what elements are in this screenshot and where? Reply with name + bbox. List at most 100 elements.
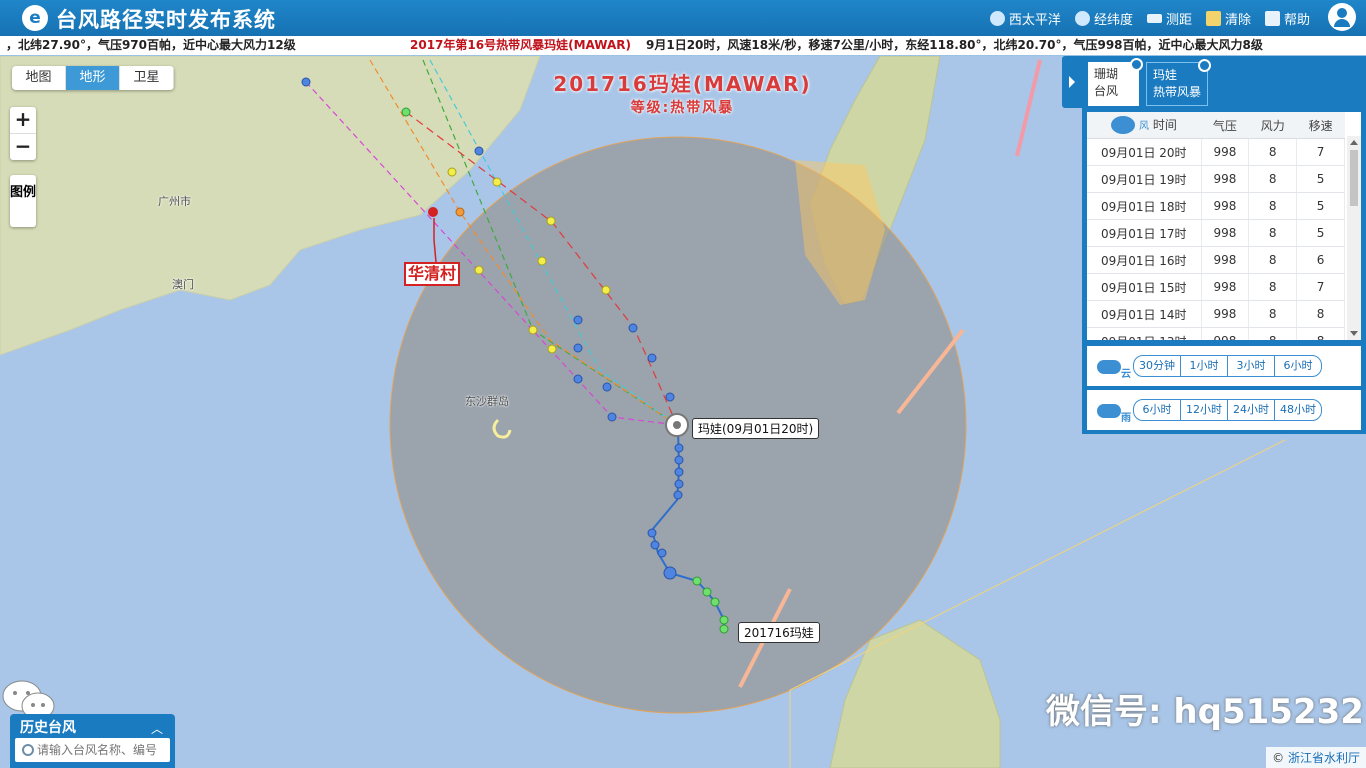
cloud-6h-button[interactable]: 6小时	[1275, 356, 1321, 376]
wind-label: 风	[1138, 120, 1149, 132]
rain-6h-button[interactable]: 6小时	[1134, 400, 1181, 420]
latlon-button[interactable]: 经纬度	[1074, 9, 1133, 28]
cell-wind: 8	[1248, 192, 1298, 220]
wind-icon	[1111, 116, 1136, 135]
map-type-map[interactable]: 地图	[12, 66, 66, 90]
place-guangzhou: 广州市	[158, 195, 191, 208]
forecast-point-orange	[455, 207, 465, 217]
map-type-satellite[interactable]: 卫星	[120, 66, 174, 90]
col-time-label: 时间	[1152, 117, 1177, 132]
table-row[interactable]: 09月01日 18时 998 8 5	[1087, 192, 1345, 220]
storm-grade: 等级:热带风暴	[630, 100, 735, 116]
cell-time: 09月01日 13时	[1087, 327, 1202, 340]
west-pacific-label: 西太平洋	[1008, 12, 1061, 28]
help-button[interactable]: 帮助	[1264, 9, 1310, 28]
news-ticker: ，北纬27.90°，气压970百帕，近中心最大风力12级 2017年第16号热带…	[0, 36, 1366, 56]
help-icon	[1264, 10, 1280, 26]
map-type-switch: 地图 地形 卫星	[12, 66, 174, 90]
tab-sanhu-name: 珊瑚	[1094, 67, 1119, 81]
legend-button[interactable]: 图例	[10, 175, 36, 227]
table-row[interactable]: 09月01日 20时 998 8 7	[1087, 138, 1345, 166]
cloud-icon: 云	[1097, 356, 1131, 380]
cloud-3h-button[interactable]: 3小时	[1228, 356, 1275, 376]
globe-icon	[989, 10, 1005, 26]
refresh-icon[interactable]	[1130, 58, 1143, 71]
cell-pressure: 998	[1201, 192, 1250, 220]
col-time: 风 时间	[1087, 112, 1201, 139]
rain-row: 雨 6小时 12小时 24小时 48小时	[1087, 390, 1361, 430]
cell-pressure: 998	[1201, 300, 1250, 328]
village-label: 华清村	[404, 262, 461, 286]
cell-speed: 8	[1296, 327, 1345, 340]
tab-typhoon-mawar[interactable]: 玛娃 热带风暴	[1146, 59, 1211, 106]
table-header-row: 风 时间 气压 风力 移速	[1087, 112, 1345, 139]
table-row[interactable]: 09月01日 15时 998 8 7	[1087, 273, 1345, 301]
cell-pressure: 998	[1201, 165, 1250, 193]
cell-pressure: 998	[1201, 246, 1250, 274]
current-position-tag: 玛娃(09月01日20时)	[692, 418, 820, 439]
start-position-tag: 201716玛娃	[738, 622, 820, 643]
copyright-link[interactable]: 浙江省水利厅	[1288, 751, 1360, 765]
cloud-label: 云	[1121, 369, 1131, 380]
cell-speed: 5	[1296, 219, 1345, 247]
scroll-up-arrow-icon[interactable]	[1350, 140, 1358, 145]
place-macau: 澳门	[172, 278, 194, 291]
zoom-in-button[interactable]: +	[10, 107, 36, 133]
panel-collapse-button[interactable]	[1062, 56, 1082, 108]
cloud-1h-button[interactable]: 1小时	[1181, 356, 1228, 376]
cloud-image-row: 云 30分钟 1小时 3小时 6小时	[1087, 346, 1361, 386]
user-icon[interactable]	[1328, 3, 1356, 31]
track-table: 风 时间 气压 风力 移速 09月01日 20时 998 8 7 09月01日 19时…	[1087, 112, 1361, 340]
map-type-terrain[interactable]: 地形	[66, 66, 120, 90]
ticker-right: 9月1日20时，风速18米/秒，移速7公里/小时，东经118.80°，北纬20.…	[646, 38, 1263, 52]
chevron-up-icon[interactable]: ︿	[151, 720, 163, 737]
measure-button[interactable]: 测距	[1146, 9, 1192, 28]
typhoon-info-panel: 珊瑚 台风 玛娃 热带风暴 风 时间 气压 风力 移速 09月01日 20时 9…	[1062, 56, 1366, 436]
broom-icon	[1205, 10, 1221, 26]
logo-icon: e	[22, 5, 48, 31]
latlon-label: 经纬度	[1093, 12, 1133, 28]
col-pressure: 气压	[1201, 112, 1249, 139]
clear-label: 清除	[1224, 12, 1251, 28]
scroll-down-arrow-icon[interactable]	[1350, 331, 1358, 336]
cell-speed: 6	[1296, 246, 1345, 274]
tab-typhoon-sanhu[interactable]: 珊瑚 台风	[1088, 58, 1143, 106]
rain-24h-button[interactable]: 24小时	[1228, 400, 1275, 420]
history-typhoon-panel: 历史台风 ︿	[10, 714, 175, 768]
scroll-thumb[interactable]	[1350, 150, 1358, 206]
west-pacific-button[interactable]: 西太平洋	[989, 9, 1061, 28]
cell-wind: 8	[1248, 327, 1298, 340]
cell-speed: 5	[1296, 165, 1345, 193]
cell-speed: 7	[1296, 273, 1345, 301]
panel-body: 珊瑚 台风 玛娃 热带风暴 风 时间 气压 风力 移速 09月01日 20时 9…	[1082, 56, 1366, 434]
cell-time: 09月01日 16时	[1087, 246, 1202, 274]
clear-button[interactable]: 清除	[1205, 9, 1251, 28]
cell-pressure: 998	[1201, 327, 1250, 340]
rain-time-buttons: 6小时 12小时 24小时 48小时	[1133, 399, 1322, 421]
app-header: e 台风路径实时发布系统 西太平洋 经纬度 测距 清除 帮助	[0, 0, 1366, 36]
refresh-icon[interactable]	[1198, 59, 1211, 72]
cell-speed: 7	[1296, 138, 1345, 166]
cloud-30min-button[interactable]: 30分钟	[1134, 356, 1181, 376]
tab-mawar-grade: 热带风暴	[1153, 85, 1202, 99]
tab-sanhu-grade: 台风	[1094, 84, 1119, 98]
ticker-left: ，北纬27.90°，气压970百帕，近中心最大风力12级	[6, 38, 296, 52]
storm-title: 201716玛娃(MAWAR)	[553, 72, 812, 96]
table-row[interactable]: 09月01日 19时 998 8 5	[1087, 165, 1345, 193]
cell-pressure: 998	[1201, 219, 1250, 247]
zoom-out-button[interactable]: −	[10, 133, 36, 160]
col-wind: 风力	[1248, 112, 1297, 139]
cell-wind: 8	[1248, 219, 1298, 247]
rain-48h-button[interactable]: 48小时	[1275, 400, 1321, 420]
village-marker-icon[interactable]	[428, 207, 438, 217]
table-scrollbar[interactable]	[1347, 136, 1361, 340]
table-row[interactable]: 09月01日 16时 998 8 6	[1087, 246, 1345, 274]
table-row[interactable]: 09月01日 14时 998 8 8	[1087, 300, 1345, 328]
table-row[interactable]: 09月01日 13时99888	[1087, 327, 1345, 340]
copyright: © 浙江省水利厅	[1266, 747, 1366, 768]
table-row[interactable]: 09月01日 17时 998 8 5	[1087, 219, 1345, 247]
history-search-input[interactable]	[15, 738, 170, 762]
copyright-symbol: ©	[1272, 751, 1285, 765]
measure-label: 测距	[1165, 12, 1192, 28]
rain-12h-button[interactable]: 12小时	[1181, 400, 1228, 420]
